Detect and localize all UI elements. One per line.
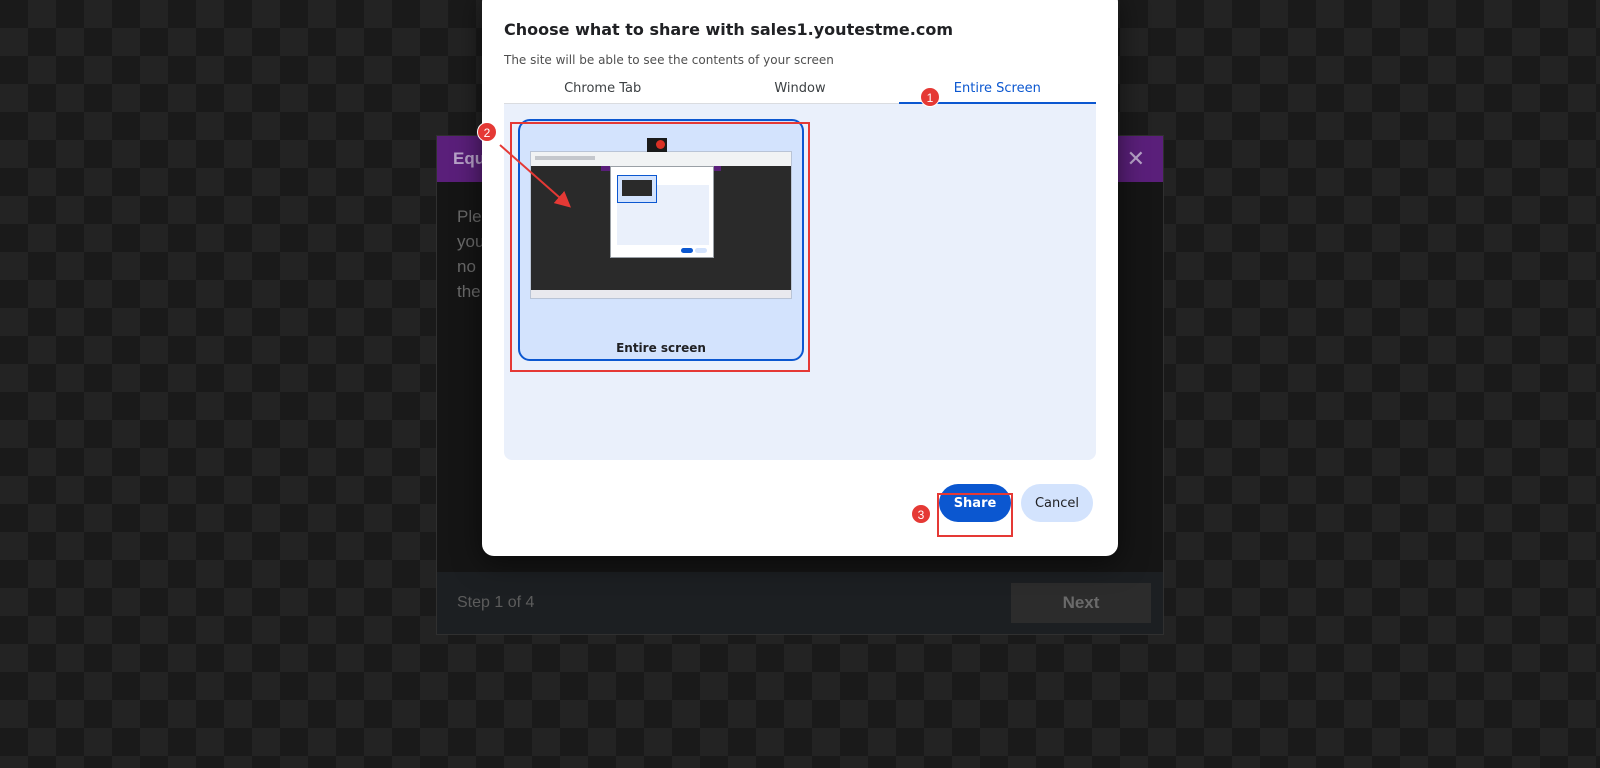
next-button[interactable]: Next <box>1011 583 1151 623</box>
body-line: no <box>457 257 476 276</box>
dialog-title: Choose what to share with sales1.youtest… <box>504 20 953 39</box>
dialog-subtitle: The site will be able to see the content… <box>504 53 834 67</box>
source-tabs: Chrome Tab Window Entire Screen <box>504 78 1097 104</box>
tab-window[interactable]: Window <box>701 78 898 103</box>
body-line: the <box>457 282 481 301</box>
step-badge-1: 1 <box>920 87 940 107</box>
cancel-button[interactable]: Cancel <box>1021 484 1093 522</box>
background-modal-footer: Step 1 of 4 Next <box>437 572 1163 634</box>
background-modal-title: Equ <box>453 149 486 168</box>
step-badge-3: 3 <box>911 504 931 524</box>
close-icon[interactable]: ✕ <box>1127 148 1145 170</box>
highlight-share-button <box>937 493 1013 537</box>
step-indicator: Step 1 of 4 <box>457 594 535 611</box>
step-badge-2: 2 <box>477 122 497 142</box>
tab-chrome-tab[interactable]: Chrome Tab <box>504 78 701 103</box>
body-line: Ple <box>457 207 482 226</box>
highlight-entire-screen-card <box>510 122 810 372</box>
body-line: you <box>457 232 485 251</box>
